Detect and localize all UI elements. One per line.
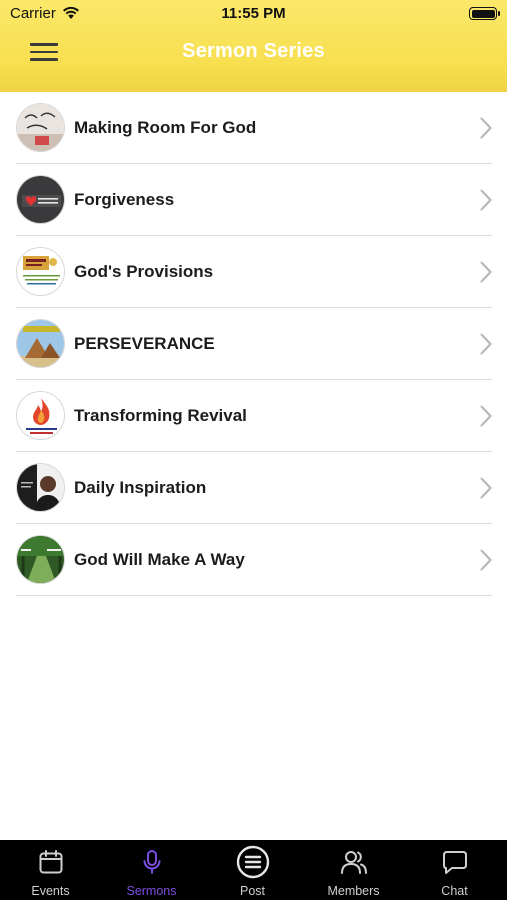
- calendar-icon: [37, 848, 65, 881]
- chevron-right-icon: [480, 189, 492, 216]
- tab-sermons[interactable]: Sermons: [101, 840, 202, 900]
- pyramids-thumbnail: [16, 319, 65, 368]
- tab-label: Chat: [441, 884, 468, 898]
- tab-members[interactable]: Members: [303, 840, 404, 900]
- chevron-right-icon: [480, 405, 492, 432]
- sermon-row-perseverance[interactable]: PERSEVERANCE: [16, 308, 492, 380]
- sermon-row-transforming-revival[interactable]: Transforming Revival: [16, 380, 492, 452]
- tab-label: Sermons: [126, 884, 177, 898]
- microphone-icon: [138, 848, 166, 881]
- tab-chat[interactable]: Chat: [404, 840, 505, 900]
- forgive-thumbnail: [16, 175, 65, 224]
- room-for-god-thumbnail: [16, 103, 65, 152]
- tab-label: Members: [327, 884, 380, 898]
- forest-path-thumbnail: [16, 535, 65, 584]
- sermon-title: Daily Inspiration: [74, 478, 207, 497]
- sermon-series-list: Making Room For God Forgiveness God's Pr…: [0, 92, 507, 596]
- chevron-right-icon: [480, 549, 492, 576]
- tab-label: Post: [239, 884, 265, 898]
- sermon-row-god-will-make-a-way[interactable]: God Will Make A Way: [16, 524, 492, 596]
- chevron-right-icon: [480, 477, 492, 504]
- flame-revival-thumbnail: [16, 391, 65, 440]
- navigation-header: Carrier 11:55 PM Sermon Series: [0, 0, 507, 92]
- tab-post[interactable]: Post: [202, 840, 303, 900]
- status-bar: Carrier 11:55 PM: [0, 0, 507, 30]
- sermon-row-gods-provisions[interactable]: God's Provisions: [16, 236, 492, 308]
- sermon-row-making-room-for-god[interactable]: Making Room For God: [16, 92, 492, 164]
- members-icon: [339, 848, 369, 881]
- tab-events[interactable]: Events: [0, 840, 101, 900]
- sermon-title: PERSEVERANCE: [74, 334, 215, 353]
- speaker-portrait-thumbnail: [16, 463, 65, 512]
- bottom-tab-bar: Events Sermons Post Members Chat: [0, 840, 507, 900]
- sermon-row-forgiveness[interactable]: Forgiveness: [16, 164, 492, 236]
- battery-icon: [469, 7, 500, 20]
- chevron-right-icon: [480, 333, 492, 360]
- chevron-right-icon: [480, 261, 492, 288]
- sermon-title: Making Room For God: [74, 118, 257, 137]
- gods-provisions-thumbnail: [16, 247, 65, 296]
- sermon-title: Forgiveness: [74, 190, 175, 209]
- sermon-row-daily-inspiration[interactable]: Daily Inspiration: [16, 452, 492, 524]
- sermon-title: God Will Make A Way: [74, 550, 245, 569]
- sermon-title: God's Provisions: [74, 262, 214, 281]
- page-title: Sermon Series: [182, 40, 325, 62]
- post-list-icon: [236, 845, 270, 884]
- status-time: 11:55 PM: [221, 5, 286, 22]
- chevron-right-icon: [480, 117, 492, 144]
- tab-label: Events: [31, 884, 70, 898]
- chat-bubble-icon: [441, 848, 469, 881]
- sermon-title: Transforming Revival: [74, 406, 247, 425]
